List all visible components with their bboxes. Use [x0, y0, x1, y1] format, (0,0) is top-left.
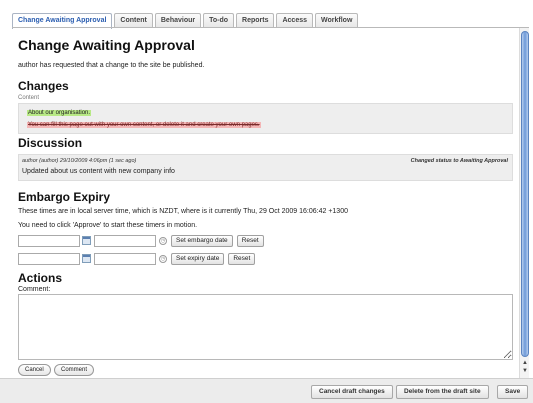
discussion-entry: author (author) 29/10/2009 4:06pm (1 sec… [18, 154, 513, 181]
scrollbar-thumb[interactable] [521, 31, 529, 357]
reset-embargo-button[interactable]: Reset [236, 234, 264, 247]
cancel-draft-changes-button[interactable]: Cancel draft changes [311, 385, 393, 399]
comment-textarea[interactable] [18, 294, 513, 360]
tab-workflow[interactable]: Workflow [315, 13, 359, 28]
tab-todo[interactable]: To-do [203, 13, 235, 28]
approve-hint-text: You need to click 'Approve' to start the… [18, 222, 198, 229]
embargo-time-input[interactable] [94, 234, 156, 247]
inserted-text: About our organisation. [27, 110, 92, 116]
delete-from-draft-button[interactable]: Delete from the draft site [396, 385, 489, 399]
clock-icon[interactable]: ◷ [159, 254, 167, 263]
set-expiry-date-button[interactable]: Set expiry date [171, 252, 225, 265]
request-text: author has requested that a change to th… [18, 62, 205, 69]
discussion-heading: Discussion [18, 136, 83, 150]
expiry-date-input[interactable] [18, 252, 80, 265]
tab-behaviour[interactable]: Behaviour [154, 13, 202, 28]
changes-field-label: Content [18, 95, 40, 101]
changes-diff-box: About our organisation. You can fill thi… [18, 103, 513, 134]
calendar-icon[interactable] [82, 254, 91, 263]
embargo-heading: Embargo Expiry [18, 190, 111, 204]
scroll-down-arrow-icon[interactable]: ▼ [521, 368, 529, 375]
comment-label: Comment: [18, 286, 51, 293]
set-embargo-date-button[interactable]: Set embargo date [171, 234, 233, 247]
actions-heading: Actions [18, 271, 63, 285]
calendar-icon[interactable] [82, 236, 91, 245]
timezone-text: These times are in local server time, wh… [18, 208, 348, 215]
embargo-row: ◷ Set embargo date Reset [18, 234, 264, 247]
discussion-text: Updated about us content with new compan… [22, 168, 175, 175]
tab-bar: Change Awaiting Approval Content Behavio… [12, 13, 359, 29]
changes-heading: Changes [18, 79, 69, 93]
scrollbar[interactable]: ▲ ▼ [519, 28, 529, 378]
tab-reports[interactable]: Reports [236, 13, 275, 28]
discussion-status: Changed status to Awaiting Approval [410, 158, 508, 164]
tab-access[interactable]: Access [276, 13, 314, 28]
page-title: Change Awaiting Approval [18, 37, 195, 53]
main-panel: Change Awaiting Approval author has requ… [12, 28, 519, 378]
scroll-up-arrow-icon[interactable]: ▲ [521, 360, 529, 367]
expiry-time-input[interactable] [94, 252, 156, 265]
tab-content[interactable]: Content [114, 13, 153, 28]
deleted-text: You can fill this page out with your own… [27, 122, 261, 128]
comment-button[interactable]: Comment [54, 364, 95, 376]
reset-expiry-button[interactable]: Reset [228, 252, 256, 265]
cancel-button[interactable]: Cancel [18, 364, 51, 376]
discussion-meta: author (author) 29/10/2009 4:06pm (1 sec… [22, 158, 137, 164]
clock-icon[interactable]: ◷ [159, 236, 167, 245]
bottom-action-bar: Cancel draft changes Delete from the dra… [0, 378, 533, 403]
embargo-date-input[interactable] [18, 234, 80, 247]
expiry-row: ◷ Set expiry date Reset [18, 252, 256, 265]
save-button[interactable]: Save [497, 385, 529, 399]
